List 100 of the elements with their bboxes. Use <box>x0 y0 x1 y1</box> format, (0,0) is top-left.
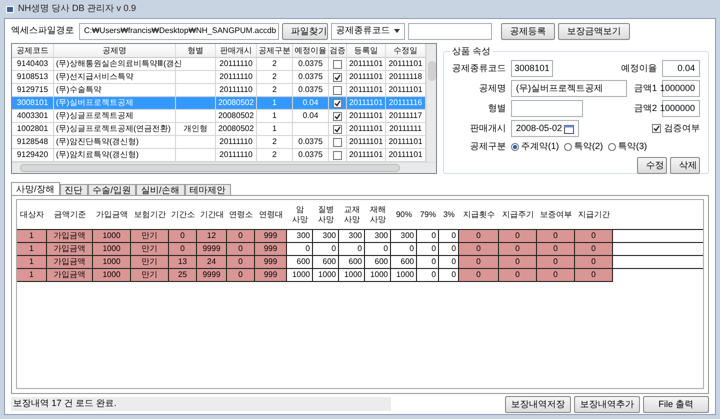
table-cell: 1000 <box>396 271 414 279</box>
checkbox[interactable] <box>333 138 342 146</box>
table-row[interactable]: 9140403 (무)상해통원실손의료비특약Ⅲ(갱신 20111110 2 0.0375 20111101 20111101 <box>12 58 426 71</box>
table-cell: 20111101 <box>388 151 422 159</box>
column-header[interactable]: 공제코드 <box>12 44 54 57</box>
checkbox[interactable] <box>333 86 342 94</box>
table-cell: 0 <box>332 245 336 253</box>
table-cell: 20111117 <box>388 112 422 120</box>
register-button[interactable]: 공제등록 <box>501 22 555 40</box>
name-field[interactable]: (무)실버프로젝트공제 <box>511 80 627 97</box>
column-header[interactable]: 검증 <box>329 44 347 57</box>
code-field[interactable]: 3008101 <box>511 60 553 77</box>
table-cell: 9129715 <box>16 86 48 94</box>
column-header: 질병 사망 <box>317 204 335 224</box>
column-header[interactable]: 예정이율 <box>293 44 329 57</box>
checkbox[interactable] <box>333 124 342 134</box>
table-row[interactable]: 9129715 (무)수술특약 20111110 2 0.0375 20111101 20111101 <box>12 84 426 97</box>
rate-field[interactable]: 0.04 <box>662 60 700 77</box>
status-button[interactable]: File 출력 <box>643 396 709 412</box>
checkbox[interactable] <box>333 98 342 108</box>
radio-button[interactable] <box>511 142 519 151</box>
table-cell: 20111101 <box>349 60 383 68</box>
table-cell: 1 <box>272 125 277 133</box>
checkbox[interactable] <box>333 150 342 160</box>
column-header: 연령소 <box>229 210 253 220</box>
table-cell: 0 <box>591 258 596 266</box>
table-cell: 999 <box>264 271 278 279</box>
table-cell: (무)싱글프로젝트공제(연금전환) <box>56 125 171 133</box>
column-header[interactable]: 판매개시 <box>216 44 257 57</box>
table-cell: 1 <box>29 232 34 240</box>
table-cell: 9999 <box>202 271 220 279</box>
scrollbar[interactable] <box>426 44 436 162</box>
calendar-icon[interactable] <box>564 124 574 134</box>
column-header[interactable]: 등록일 <box>347 44 386 57</box>
table-cell: 0 <box>238 271 243 279</box>
radio-button[interactable] <box>564 142 572 151</box>
table-cell: 300 <box>296 232 310 240</box>
table-row[interactable]: 9108513 (무)선지급서비스특약 20111110 2 0.0375 20111101 20111118 <box>12 71 426 84</box>
field-label: 특약(2) <box>574 140 603 153</box>
table-cell: 25 <box>178 271 187 279</box>
table-cell: 0 <box>476 245 481 253</box>
table-cell: 가입금액 <box>54 271 86 279</box>
column-header[interactable]: 형별 <box>176 44 216 57</box>
table-cell: 0 <box>432 271 436 279</box>
table-cell: 20111101 <box>349 151 383 159</box>
table-cell: 0 <box>476 271 481 279</box>
amount-field[interactable]: 1000000 <box>662 80 700 97</box>
table-row[interactable]: 9129420 (무)암치료특약(갱신형) 20111110 2 0.0375 20111101 20111101 <box>12 149 426 162</box>
column-header[interactable]: 공제명 <box>54 44 176 57</box>
status-button[interactable]: 보장내역추가 <box>574 396 640 412</box>
delete-button[interactable]: 삭제 <box>670 156 700 174</box>
tab[interactable]: 사망/장해 <box>11 182 60 195</box>
table-row[interactable]: 4003301 (무)싱글프로젝트공제 20080502 1 0.04 20111101 20111117 <box>12 110 426 123</box>
type-field[interactable] <box>511 100 583 117</box>
table-cell: 20111101 <box>349 73 383 81</box>
field-label: 공제종류코드 <box>452 62 506 75</box>
table-cell: 20111110 <box>219 138 253 146</box>
column-header: 지급주기 <box>502 210 534 220</box>
amount-field[interactable]: 1000000 <box>662 100 700 117</box>
column-header: 보증여부 <box>540 210 572 220</box>
browse-button[interactable]: 파일찾기 <box>282 22 328 40</box>
table-row[interactable]: 9128548 (무)암진단특약(갱신형) 20111110 2 0.0375 20111101 20111101 <box>12 136 426 149</box>
table-cell: 20111118 <box>388 73 422 81</box>
checkbox[interactable] <box>333 72 342 82</box>
table-cell: 만기 <box>142 232 158 240</box>
table-cell: 12 <box>207 232 216 240</box>
table-cell: 개인형 <box>184 125 208 133</box>
path-field[interactable]: C:₩Users₩francis₩Desktop₩NH_SANGPUM.accdb <box>79 22 279 40</box>
table-cell: 300 <box>348 232 362 240</box>
checkbox[interactable] <box>333 60 342 68</box>
checkbox[interactable] <box>652 124 661 133</box>
table-cell: 0.0375 <box>298 138 323 146</box>
table-cell: 0 <box>591 232 596 240</box>
status-button[interactable]: 보장내역저장 <box>505 396 571 412</box>
view-amount-button[interactable]: 보장금액보기 <box>558 22 630 40</box>
date-field[interactable]: 2008-05-02 <box>511 120 579 137</box>
search-field[interactable] <box>408 22 492 40</box>
column-header: 기간대 <box>200 210 224 220</box>
table-cell: 9999 <box>202 245 220 253</box>
column-header[interactable]: 공제구분 <box>257 44 293 57</box>
table-cell: 0 <box>238 245 243 253</box>
table-row[interactable]: 1002801 (무)싱글프로젝트공제(연금전환) 개인형 20080502 1 20111101 20111111 <box>12 123 426 136</box>
tab[interactable]: 실비/손해 <box>136 184 185 195</box>
edit-button[interactable]: 수정 <box>637 156 667 174</box>
tab[interactable]: 수술/입원 <box>88 184 136 195</box>
code-dropdown[interactable]: 공제종류코드 <box>331 22 405 40</box>
table-cell: 2 <box>272 86 277 94</box>
tab[interactable]: 진단 <box>60 184 88 195</box>
tab[interactable]: 테마제안 <box>184 184 231 195</box>
checkbox[interactable] <box>333 112 342 120</box>
table-cell: 20080502 <box>218 99 254 107</box>
table-cell: 9140403 <box>16 60 48 68</box>
table-cell: 20111101 <box>349 138 383 146</box>
horizontal-scrollbar[interactable] <box>12 162 436 173</box>
table-cell: 0 <box>358 245 362 253</box>
table-cell: 20111101 <box>388 86 422 94</box>
table-cell: 0 <box>553 245 558 253</box>
table-cell: 600 <box>400 258 414 266</box>
radio-button[interactable] <box>608 142 616 151</box>
table-cell: 0 <box>432 232 436 240</box>
